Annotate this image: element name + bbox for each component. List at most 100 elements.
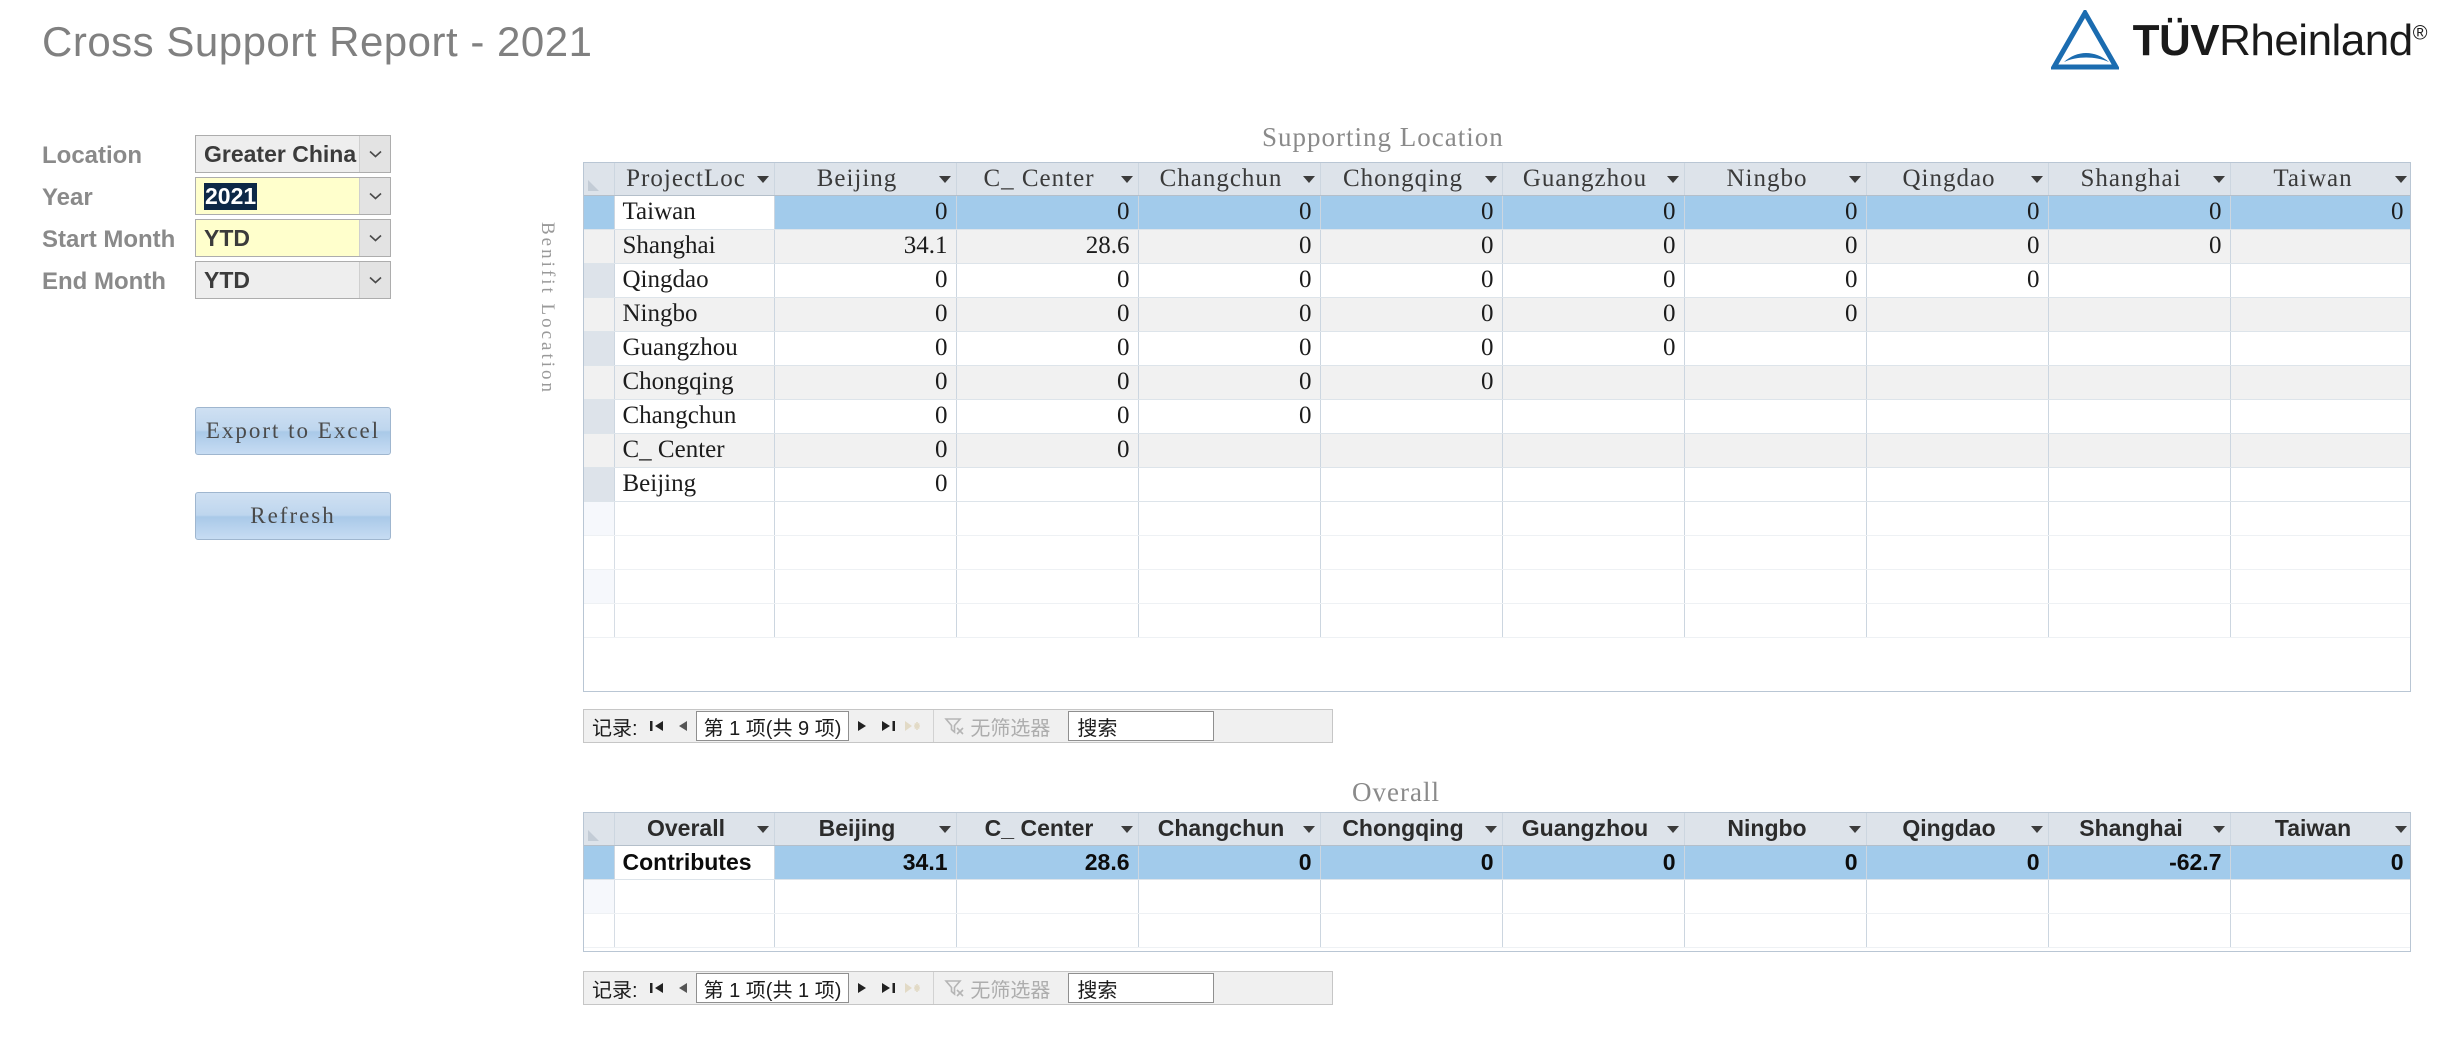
overall-datasheet[interactable]: Overall Beijing C_ Center Changchun Chongqin… <box>583 812 2411 952</box>
new-record-button[interactable] <box>901 972 927 1004</box>
column-header-qingdao[interactable]: Qingdao <box>1866 813 2049 846</box>
first-record-button[interactable] <box>644 710 670 742</box>
column-header-changchun[interactable]: Changchun <box>1138 163 1321 196</box>
table-cell[interactable]: 0 <box>774 433 957 468</box>
table-cell[interactable]: 0 <box>956 331 1139 366</box>
year-dropdown-arrow[interactable] <box>359 178 390 214</box>
table-cell[interactable]: 0 <box>1866 845 2049 880</box>
table-cell[interactable] <box>2230 467 2410 502</box>
table-cell[interactable] <box>956 467 1139 502</box>
table-cell[interactable]: 0 <box>1320 229 1503 264</box>
table-cell[interactable]: 0 <box>1138 331 1321 366</box>
table-cell[interactable] <box>1684 331 1867 366</box>
column-header-projectloc[interactable]: ProjectLoc <box>614 163 775 196</box>
table-cell[interactable]: 0 <box>1684 845 1867 880</box>
record-position[interactable]: 第 1 项(共 1 项) <box>695 973 850 1003</box>
no-filter-indicator[interactable]: 无筛选器 <box>933 710 1060 742</box>
column-filter-icon[interactable] <box>1848 175 1861 183</box>
table-cell[interactable] <box>2048 263 2231 298</box>
column-filter-icon[interactable] <box>1666 825 1679 833</box>
column-header-qingdao[interactable]: Qingdao <box>1866 163 2049 196</box>
table-cell[interactable]: 0 <box>2230 195 2410 230</box>
year-combobox[interactable]: 2021 <box>195 177 391 215</box>
table-cell[interactable] <box>1866 467 2049 502</box>
first-record-button[interactable] <box>644 972 670 1004</box>
row-selector[interactable] <box>584 331 615 366</box>
table-cell[interactable]: 0 <box>956 433 1139 468</box>
table-cell[interactable] <box>1684 399 1867 434</box>
export-to-excel-button[interactable]: Export to Excel <box>195 407 391 455</box>
table-cell[interactable] <box>2230 399 2410 434</box>
table-row[interactable]: Changchun 0 0 0 <box>584 399 2410 434</box>
table-cell[interactable] <box>1138 433 1321 468</box>
table-cell[interactable]: 0 <box>1320 195 1503 230</box>
table-cell[interactable]: 0 <box>1138 399 1321 434</box>
table-cell[interactable] <box>1866 365 2049 400</box>
search-input[interactable]: 搜索 <box>1068 711 1215 741</box>
table-cell[interactable]: 0 <box>1684 297 1867 332</box>
table-cell[interactable]: 0 <box>956 263 1139 298</box>
table-cell[interactable]: 0 <box>774 467 957 502</box>
column-filter-icon[interactable] <box>2030 175 2043 183</box>
previous-record-button[interactable] <box>670 710 696 742</box>
column-filter-icon[interactable] <box>2030 825 2043 833</box>
column-header-changchun[interactable]: Changchun <box>1138 813 1321 846</box>
column-header-guangzhou[interactable]: Guangzhou <box>1502 813 1685 846</box>
row-selector[interactable] <box>584 365 615 400</box>
table-cell[interactable]: 0 <box>1320 297 1503 332</box>
table-cell[interactable]: 0 <box>1502 229 1685 264</box>
table-cell[interactable] <box>2230 331 2410 366</box>
table-cell[interactable] <box>2230 365 2410 400</box>
table-cell[interactable] <box>1502 433 1685 468</box>
row-selector[interactable] <box>584 399 615 434</box>
table-cell[interactable] <box>2048 399 2231 434</box>
column-header-chongqing[interactable]: Chongqing <box>1320 163 1503 196</box>
select-all-corner[interactable] <box>584 163 615 196</box>
last-record-button[interactable] <box>875 710 901 742</box>
no-filter-indicator[interactable]: 无筛选器 <box>933 972 1060 1004</box>
table-cell[interactable]: 0 <box>1502 263 1685 298</box>
table-cell[interactable]: 0 <box>1320 331 1503 366</box>
table-cell[interactable] <box>1866 433 2049 468</box>
table-row[interactable]: Beijing 0 <box>584 467 2410 502</box>
table-cell[interactable] <box>1320 399 1503 434</box>
column-header-guangzhou[interactable]: Guangzhou <box>1502 163 1685 196</box>
table-cell[interactable]: 0 <box>1866 195 2049 230</box>
table-row[interactable]: Qingdao 0 0 0 0 0 0 0 <box>584 263 2410 298</box>
table-cell[interactable] <box>2230 297 2410 332</box>
row-selector[interactable] <box>584 467 615 502</box>
column-header-taiwan[interactable]: Taiwan <box>2230 813 2410 846</box>
column-filter-icon[interactable] <box>1302 175 1315 183</box>
table-cell[interactable] <box>1320 433 1503 468</box>
table-cell[interactable]: 34.1 <box>774 229 957 264</box>
table-cell[interactable]: 0 <box>774 263 957 298</box>
table-cell[interactable] <box>2048 467 2231 502</box>
column-header-chongqing[interactable]: Chongqing <box>1320 813 1503 846</box>
table-cell[interactable] <box>1866 297 2049 332</box>
table-cell[interactable]: 0 <box>1138 365 1321 400</box>
column-filter-icon[interactable] <box>938 175 951 183</box>
column-header-ningbo[interactable]: Ningbo <box>1684 163 1867 196</box>
table-cell[interactable] <box>2048 365 2231 400</box>
table-cell[interactable] <box>1502 399 1685 434</box>
table-cell[interactable]: 0 <box>1684 195 1867 230</box>
search-input[interactable]: 搜索 <box>1068 973 1215 1003</box>
table-cell[interactable]: 0 <box>956 297 1139 332</box>
table-cell[interactable]: 0 <box>1138 263 1321 298</box>
table-cell[interactable]: 0 <box>1138 229 1321 264</box>
table-cell[interactable]: 28.6 <box>956 845 1139 880</box>
table-cell[interactable]: -62.7 <box>2048 845 2231 880</box>
row-selector[interactable] <box>584 263 615 298</box>
table-cell[interactable]: 0 <box>1320 263 1503 298</box>
next-record-button[interactable] <box>849 972 875 1004</box>
column-header-beijing[interactable]: Beijing <box>774 163 957 196</box>
select-all-corner[interactable] <box>584 813 615 846</box>
table-cell[interactable] <box>2230 433 2410 468</box>
table-row[interactable]: Shanghai 34.1 28.6 0 0 0 0 0 0 <box>584 229 2410 264</box>
column-filter-icon[interactable] <box>1484 175 1497 183</box>
table-cell[interactable] <box>1684 467 1867 502</box>
location-combobox[interactable]: Greater China <box>195 135 391 173</box>
column-header-overall[interactable]: Overall <box>614 813 775 846</box>
column-filter-icon[interactable] <box>2212 825 2225 833</box>
table-cell[interactable]: 0 <box>774 297 957 332</box>
